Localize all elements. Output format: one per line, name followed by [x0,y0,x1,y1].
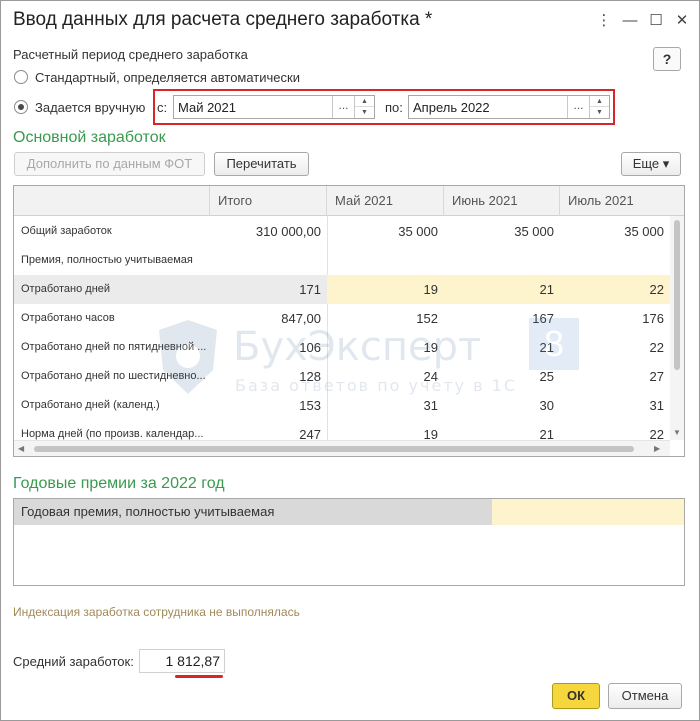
row-month-3-cell[interactable]: 31 [560,391,670,420]
from-label: с: [157,100,168,115]
cancel-button[interactable]: Отмена [608,683,682,709]
row-total-cell[interactable] [210,246,327,275]
scroll-right-icon[interactable]: ▶ [654,444,660,453]
column-header-month-3[interactable]: Июль 2021 [560,186,684,216]
select-from-icon[interactable]: ... [332,96,354,118]
table-row[interactable]: Годовая премия, полностью учитываемая [14,499,684,525]
row-month-2-cell[interactable]: 35 000 [444,217,560,246]
bonuses-table: Годовая премия, полностью учитываемая [13,498,685,586]
spin-down-icon[interactable]: ▼ [355,107,374,118]
table-row[interactable]: Общий заработок 310 000,00 35 000 35 000 35 … [14,217,670,246]
row-month-1-cell[interactable]: 19 [327,275,444,304]
row-month-3-cell[interactable]: 35 000 [560,217,670,246]
row-total-cell[interactable]: 153 [210,391,327,420]
more-menu-icon[interactable]: ⋮ [593,11,615,31]
horizontal-scroll-thumb[interactable] [34,446,634,452]
row-name-cell[interactable]: Общий заработок [14,217,210,246]
horizontal-scrollbar[interactable]: ◀ ▶ [14,440,670,456]
table-row[interactable]: Отработано дней по пятидневной ... 106 19 2… [14,333,670,362]
row-month-3-cell[interactable]: 22 [560,333,670,362]
period-from-field[interactable]: Май 2021 ... ▲ ▼ [173,95,375,119]
vertical-scrollbar[interactable]: ▼ [670,216,684,440]
period-to-field[interactable]: Апрель 2022 ... ▲ ▼ [408,95,610,119]
help-button[interactable]: ? [653,47,681,71]
row-total-cell[interactable]: 171 [210,275,327,304]
row-month-1-cell[interactable]: 24 [327,362,444,391]
to-spinner[interactable]: ▲ ▼ [589,96,609,118]
table-row[interactable]: Премия, полностью учитываемая [14,246,670,275]
window-title: Ввод данных для расчета среднего заработ… [13,9,433,30]
row-month-3-cell[interactable]: 27 [560,362,670,391]
average-underline [175,675,223,678]
table-header: Итого Май 2021 Июнь 2021 Июль 2021 [14,186,684,216]
row-month-1-cell[interactable]: 152 [327,304,444,333]
minimize-icon[interactable]: — [619,11,641,31]
row-total-cell[interactable]: 106 [210,333,327,362]
table-row[interactable]: Отработано дней (календ.) 153 31 30 31 [14,391,670,420]
average-earnings-field: 1 812,87 [139,649,225,673]
row-month-1-cell[interactable]: 19 [327,333,444,362]
row-month-1-cell[interactable]: 31 [327,391,444,420]
bonus-value-cell[interactable] [492,499,684,525]
radio-manual-label[interactable]: Задается вручную [35,100,145,115]
from-spinner[interactable]: ▲ ▼ [354,96,374,118]
row-name-cell[interactable]: Отработано дней (календ.) [14,391,210,420]
row-name-cell[interactable]: Отработано дней [14,275,210,304]
row-month-2-cell[interactable]: 21 [444,275,560,304]
average-earnings-label: Средний заработок: [13,654,134,669]
to-label: по: [385,100,403,115]
scroll-left-icon[interactable]: ◀ [18,444,24,453]
row-month-3-cell[interactable]: 22 [560,275,670,304]
row-total-cell[interactable]: 310 000,00 [210,217,327,246]
table-row[interactable]: Отработано часов 847,00 152 167 176 [14,304,670,333]
main-earnings-title: Основной заработок [13,129,166,146]
close-icon[interactable]: ✕ [671,11,693,31]
row-month-1-cell[interactable]: 35 000 [327,217,444,246]
average-earnings-value: 1 812,87 [165,653,221,669]
bonus-name-cell[interactable]: Годовая премия, полностью учитываемая [14,499,492,525]
row-month-2-cell[interactable] [444,246,560,275]
spin-down-icon[interactable]: ▼ [590,107,609,118]
column-header-month-1[interactable]: Май 2021 [327,186,444,216]
row-total-cell[interactable]: 847,00 [210,304,327,333]
table-row[interactable]: Отработано дней 171 19 21 22 [14,275,670,304]
average-earnings-dialog: Ввод данных для расчета среднего заработ… [0,0,700,721]
vertical-scroll-thumb[interactable] [674,220,680,370]
column-header-name[interactable] [14,186,210,216]
spin-up-icon[interactable]: ▲ [590,96,609,107]
reread-button[interactable]: Перечитать [214,152,309,176]
fill-from-payroll-button[interactable]: Дополнить по данным ФОТ [14,152,205,176]
row-month-1-cell[interactable] [327,246,444,275]
title-bar: Ввод данных для расчета среднего заработ… [1,1,699,41]
earnings-table: Итого Май 2021 Июнь 2021 Июль 2021 Общий… [13,185,685,457]
scroll-down-icon[interactable]: ▼ [673,428,681,437]
table-row[interactable]: Отработано дней по шестидневно... 128 24 25… [14,362,670,391]
row-month-2-cell[interactable]: 167 [444,304,560,333]
ok-button[interactable]: ОК [552,683,600,709]
radio-manual-period[interactable] [14,100,28,114]
spin-up-icon[interactable]: ▲ [355,96,374,107]
maximize-icon[interactable]: ☐ [645,11,667,31]
row-month-2-cell[interactable]: 21 [444,333,560,362]
bonuses-title: Годовые премии за 2022 год [13,475,225,492]
column-header-month-2[interactable]: Июнь 2021 [444,186,560,216]
row-month-2-cell[interactable]: 25 [444,362,560,391]
row-name-cell[interactable]: Отработано часов [14,304,210,333]
more-button[interactable]: Еще ▾ [621,152,681,176]
indexation-note: Индексация заработка сотрудника не выпол… [13,605,300,619]
period-from-value: Май 2021 [178,100,236,115]
row-month-3-cell[interactable] [560,246,670,275]
radio-auto-label[interactable]: Стандартный, определяется автоматически [35,70,300,85]
row-name-cell[interactable]: Отработано дней по шестидневно... [14,362,210,391]
row-month-2-cell[interactable]: 30 [444,391,560,420]
row-total-cell[interactable]: 128 [210,362,327,391]
period-to-value: Апрель 2022 [413,100,490,115]
radio-auto-period[interactable] [14,70,28,84]
column-header-total[interactable]: Итого [210,186,327,216]
row-month-3-cell[interactable]: 176 [560,304,670,333]
row-name-cell[interactable]: Отработано дней по пятидневной ... [14,333,210,362]
period-group-label: Расчетный период среднего заработка [13,47,248,62]
row-name-cell[interactable]: Премия, полностью учитываемая [14,246,210,275]
select-to-icon[interactable]: ... [567,96,589,118]
